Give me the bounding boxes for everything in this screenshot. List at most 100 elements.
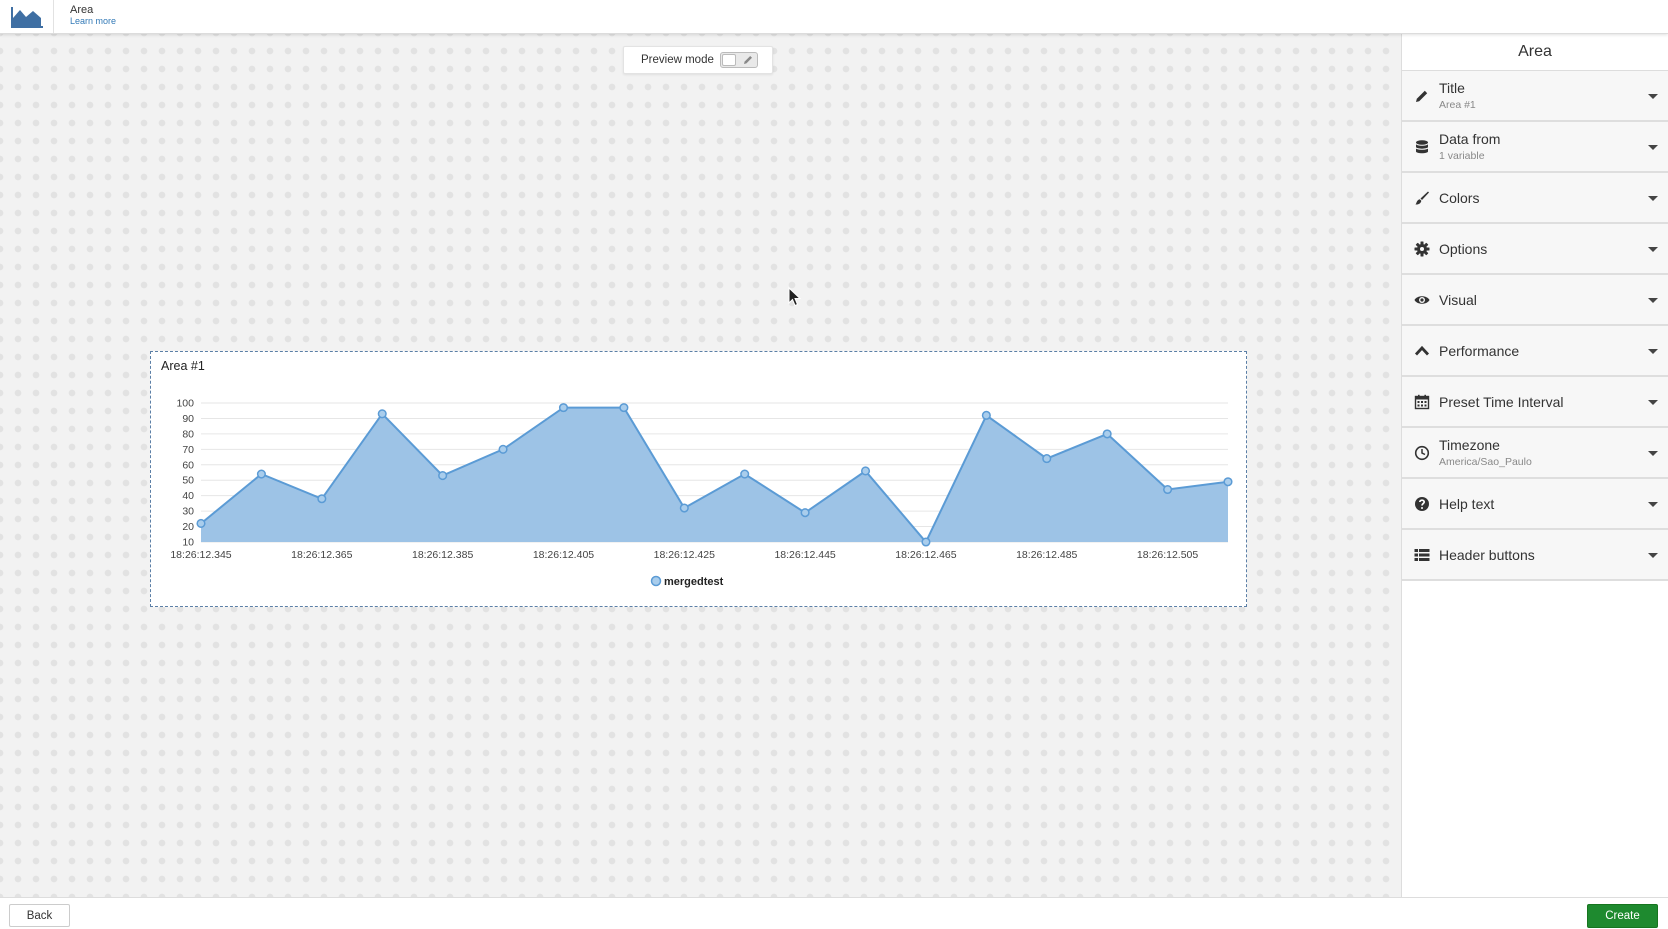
data-point	[498, 444, 508, 454]
editor-canvas: Preview mode Area #1 10 20 30 40 50 60 70 80 90 1…	[0, 33, 1400, 897]
brush-icon	[1415, 191, 1429, 205]
x-tick-label: 18:26:12.425	[654, 549, 715, 561]
y-tick-label: 80	[182, 428, 194, 440]
list-icon	[1414, 549, 1430, 561]
section-label: Data from	[1439, 131, 1501, 147]
x-tick-label: 18:26:12.465	[895, 549, 956, 561]
section-help-text[interactable]: Help text	[1402, 479, 1668, 530]
section-sub: 1 variable	[1439, 150, 1485, 162]
chevron-down-icon	[1648, 400, 1658, 405]
pencil-icon	[1416, 90, 1428, 102]
section-sub: America/Sao_Paulo	[1439, 456, 1532, 468]
data-point	[438, 471, 448, 481]
section-label: Timezone	[1439, 437, 1500, 453]
data-point	[1102, 429, 1112, 439]
data-point	[740, 469, 750, 479]
y-tick-label: 20	[182, 521, 194, 533]
panel-title: Area	[1402, 33, 1668, 71]
area-chart-widget[interactable]: Area #1 10 20 30 40 50 60 70 80 90 100 18:26:12.34…	[150, 351, 1247, 607]
y-tick-label: 40	[182, 490, 194, 502]
create-button[interactable]: Create	[1587, 904, 1658, 928]
y-tick-label: 50	[182, 475, 194, 487]
preview-mode-box: Preview mode	[623, 46, 773, 74]
pencil-icon	[743, 56, 752, 64]
section-label: Colors	[1439, 190, 1480, 206]
toggle-knob	[721, 54, 736, 66]
legend-marker	[650, 575, 662, 587]
data-point	[1163, 484, 1173, 495]
section-label: Visual	[1439, 292, 1477, 308]
x-tick-label: 18:26:12.485	[1016, 549, 1077, 561]
data-point	[800, 508, 810, 518]
chevron-down-icon	[1648, 298, 1658, 303]
section-label: Options	[1439, 241, 1488, 257]
calendar-icon	[1414, 394, 1430, 410]
y-tick-label: 10	[182, 537, 194, 549]
chevron-down-icon	[1648, 196, 1658, 201]
settings-panel: Area Title Area #1 Data from 1 variable …	[1401, 33, 1668, 897]
data-point	[196, 518, 206, 529]
section-label: Title	[1439, 80, 1465, 96]
preview-mode-label: Preview mode	[641, 54, 714, 66]
back-button[interactable]: Back	[9, 904, 70, 927]
learn-more-link[interactable]: Learn more	[70, 16, 116, 26]
section-visual[interactable]: Visual	[1402, 275, 1668, 326]
x-tick-label: 18:26:12.405	[533, 549, 594, 561]
section-data-from[interactable]: Data from 1 variable	[1402, 122, 1668, 173]
y-tick-label: 30	[182, 506, 194, 518]
gear-icon	[1414, 241, 1430, 257]
chevron-down-icon	[1648, 502, 1658, 507]
chevron-down-icon	[1648, 94, 1658, 99]
widget-type-title: Area	[70, 4, 94, 16]
preview-mode-toggle[interactable]	[719, 52, 758, 68]
chevron-down-icon	[1648, 145, 1658, 150]
data-point	[317, 494, 327, 504]
y-tick-label: 60	[182, 459, 194, 471]
area-chart: 10 20 30 40 50 60 70 80 90 100 18:26:12.345 18:26:1…	[170, 398, 1233, 588]
app-icon-container	[0, 0, 54, 33]
database-icon	[1415, 140, 1429, 154]
section-preset-time-interval[interactable]: Preset Time Interval	[1402, 377, 1668, 428]
section-label: Header buttons	[1439, 547, 1535, 563]
series-area	[201, 407, 1228, 542]
chevron-down-icon	[1648, 349, 1658, 354]
legend-label: mergedtest	[664, 576, 724, 588]
section-label: Performance	[1439, 343, 1520, 359]
section-performance[interactable]: Performance	[1402, 326, 1668, 377]
section-header-buttons[interactable]: Header buttons	[1402, 530, 1668, 581]
x-tick-label: 18:26:12.505	[1137, 549, 1198, 561]
data-point	[679, 503, 689, 513]
section-timezone[interactable]: Timezone America/Sao_Paulo	[1402, 428, 1668, 479]
data-point	[921, 537, 931, 547]
data-point	[558, 403, 569, 413]
data-point	[619, 403, 629, 413]
y-tick-label: 100	[176, 398, 194, 410]
data-point	[1223, 477, 1233, 487]
chevron-down-icon	[1648, 247, 1658, 252]
section-options[interactable]: Options	[1402, 224, 1668, 275]
eye-icon	[1414, 296, 1430, 304]
top-bar: Area Learn more	[0, 0, 1668, 34]
data-point	[981, 410, 991, 420]
chevron-up-icon	[1414, 345, 1430, 356]
data-point	[860, 466, 871, 476]
x-tick-label: 18:26:12.385	[412, 549, 473, 561]
x-tick-label: 18:26:12.365	[291, 549, 352, 561]
section-title[interactable]: Title Area #1	[1402, 71, 1668, 122]
data-point	[1042, 454, 1052, 464]
section-sub: Area #1	[1439, 99, 1476, 111]
x-tick-label: 18:26:12.345	[170, 549, 231, 561]
clock-icon	[1414, 445, 1430, 461]
section-label: Help text	[1439, 496, 1495, 512]
y-tick-label: 90	[182, 413, 194, 425]
chevron-down-icon	[1648, 451, 1658, 456]
question-circle-icon	[1415, 497, 1429, 511]
data-point	[256, 469, 266, 479]
section-label: Preset Time Interval	[1439, 394, 1564, 410]
section-colors[interactable]: Colors	[1402, 173, 1668, 224]
area-chart-icon	[10, 6, 43, 28]
chevron-down-icon	[1648, 553, 1658, 558]
footer-bar: Back Create	[0, 897, 1668, 929]
data-point	[377, 409, 387, 419]
mouse-cursor-icon	[788, 287, 802, 307]
